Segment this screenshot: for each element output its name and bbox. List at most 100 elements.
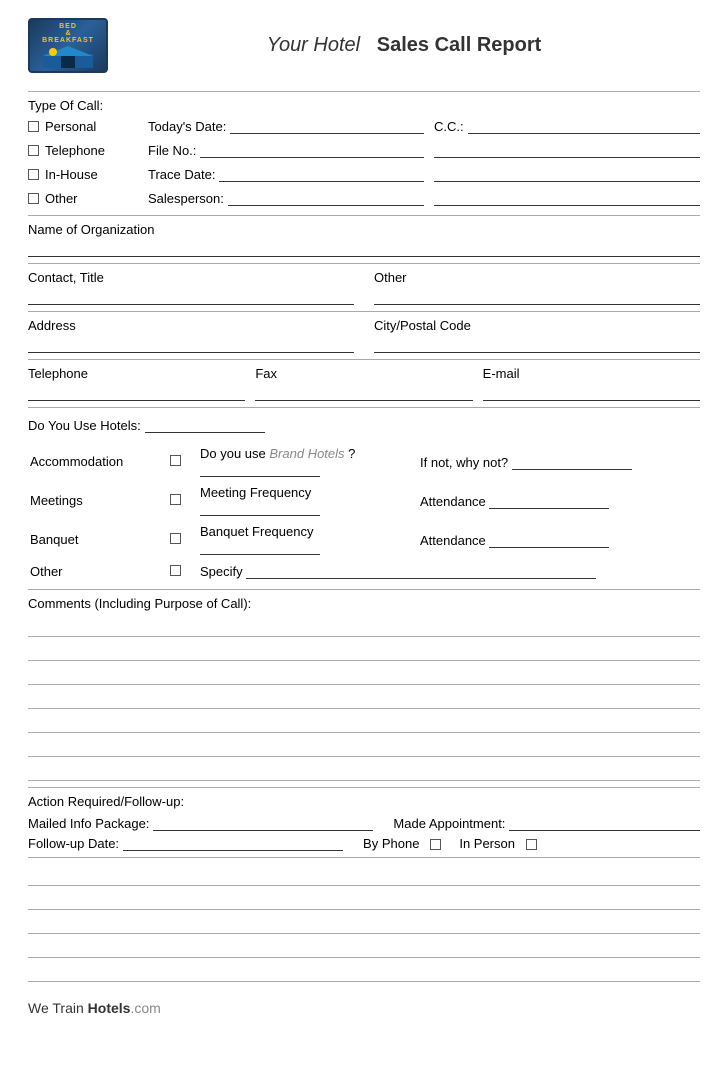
brand-answer-input[interactable] [200, 461, 320, 477]
extra-line-4[interactable] [28, 936, 700, 958]
banquet-label: Banquet [28, 520, 168, 559]
telephone-block: Telephone [28, 366, 245, 401]
accommodation-label: Accommodation [28, 442, 168, 481]
banquet-row: Banquet Banquet Frequency Attendance [28, 520, 700, 559]
comment-line-5[interactable] [28, 711, 700, 733]
comments-label: Comments (Including Purpose of Call): [28, 596, 700, 611]
telephone-label: Telephone [28, 366, 245, 381]
trace-extra-input[interactable] [434, 166, 700, 182]
trace-date-input[interactable] [219, 166, 424, 182]
do-you-use-brand-cell: Do you use Brand Hotels ? [198, 442, 418, 481]
banquet-checkbox[interactable] [170, 533, 181, 544]
cc-extra-field [424, 139, 700, 161]
attendance-input-1[interactable] [489, 493, 609, 509]
type-of-call-label: Type Of Call: [28, 98, 700, 113]
personal-checkbox[interactable] [28, 121, 39, 132]
fax-input[interactable] [255, 383, 472, 401]
attendance2-label: Attendance [420, 533, 486, 548]
call-row-2: Telephone File No.: [28, 139, 700, 161]
logo-graphic [43, 46, 93, 68]
other-label: Other [374, 270, 700, 285]
address-input[interactable] [28, 335, 354, 353]
cc-extra-input[interactable] [434, 142, 700, 158]
other-services-row: Other Specify [28, 559, 700, 583]
logo-line3: BREAKFAST [42, 37, 94, 44]
header-divider [28, 91, 700, 92]
in-person-label: In Person [459, 836, 515, 851]
brand-name: Brand Hotels [269, 446, 344, 461]
attendance-input-2[interactable] [489, 532, 609, 548]
trace-date-field: Trace Date: [148, 163, 424, 185]
question-mark: ? [348, 446, 355, 461]
email-block: E-mail [483, 366, 700, 401]
section-divider-6 [28, 589, 700, 590]
meeting-freq-input[interactable] [200, 500, 320, 516]
cc-input[interactable] [468, 118, 700, 134]
services-table: Accommodation Do you use Brand Hotels ? … [28, 442, 700, 583]
city-postal-input[interactable] [374, 335, 700, 353]
meetings-label: Meetings [28, 481, 168, 520]
tel-fax-email-section: Telephone Fax E-mail [28, 366, 700, 401]
footer-com: .com [130, 1000, 160, 1016]
section-divider-7 [28, 787, 700, 788]
other-input[interactable] [374, 287, 700, 305]
comments-lines [28, 615, 700, 781]
followup-date-label: Follow-up Date: [28, 836, 119, 851]
specify-input[interactable] [246, 563, 596, 579]
salesperson-input[interactable] [228, 190, 424, 206]
by-phone-checkbox[interactable] [430, 839, 441, 850]
title-normal: Your Hotel [267, 34, 360, 56]
call-row-4: Other Salesperson: [28, 187, 700, 209]
city-postal-label: City/Postal Code [374, 318, 700, 333]
fax-block: Fax [255, 366, 472, 401]
by-phone-inline: By Phone In Person [363, 836, 537, 851]
org-input[interactable] [28, 239, 700, 257]
do-you-use-section: Do You Use Hotels: [28, 414, 700, 436]
extra-line-1[interactable] [28, 864, 700, 886]
comment-line-4[interactable] [28, 687, 700, 709]
footer: We Train Hotels.com [28, 1000, 700, 1016]
banquet-freq-label: Banquet Frequency [200, 524, 313, 539]
made-appt-input[interactable] [509, 815, 700, 831]
cc-label: C.C.: [434, 119, 464, 134]
accommodation-row: Accommodation Do you use Brand Hotels ? … [28, 442, 700, 481]
do-you-use-brand-label: Do you use [200, 446, 266, 461]
telephone-label: Telephone [45, 143, 105, 158]
section-divider-3 [28, 311, 700, 312]
extra-line-3[interactable] [28, 912, 700, 934]
contact-title-input[interactable] [28, 287, 354, 305]
accommodation-checkbox[interactable] [170, 455, 181, 466]
todays-date-field: Today's Date: [148, 115, 424, 137]
email-label: E-mail [483, 366, 700, 381]
email-input[interactable] [483, 383, 700, 401]
inhouse-checkbox[interactable] [28, 169, 39, 180]
other2-checkbox[interactable] [170, 565, 181, 576]
banquet-freq-input[interactable] [200, 539, 320, 555]
other-checkbox[interactable] [28, 193, 39, 204]
mailed-info-label: Mailed Info Package: [28, 816, 149, 831]
section-divider-1 [28, 215, 700, 216]
mailed-info-input[interactable] [153, 815, 373, 831]
if-not-input[interactable] [512, 454, 632, 470]
telephone-checkbox[interactable] [28, 145, 39, 156]
comment-line-6[interactable] [28, 735, 700, 757]
attendance-cell-1: Attendance [418, 481, 700, 520]
todays-date-input[interactable] [230, 118, 424, 134]
call-type-telephone: Telephone [28, 139, 148, 161]
in-person-checkbox[interactable] [526, 839, 537, 850]
meetings-checkbox[interactable] [170, 494, 181, 505]
comment-line-3[interactable] [28, 663, 700, 685]
followup-date-input[interactable] [123, 835, 343, 851]
telephone-input[interactable] [28, 383, 245, 401]
comment-line-7[interactable] [28, 759, 700, 781]
extra-lines [28, 864, 700, 982]
extra-line-2[interactable] [28, 888, 700, 910]
comment-line-2[interactable] [28, 639, 700, 661]
salesperson-extra-input[interactable] [434, 190, 700, 206]
comment-line-1[interactable] [28, 615, 700, 637]
do-you-use-input[interactable] [145, 417, 265, 433]
extra-line-5[interactable] [28, 960, 700, 982]
file-no-input[interactable] [200, 142, 424, 158]
call-type-inhouse: In-House [28, 163, 148, 185]
do-you-use-label: Do You Use Hotels: [28, 418, 141, 433]
